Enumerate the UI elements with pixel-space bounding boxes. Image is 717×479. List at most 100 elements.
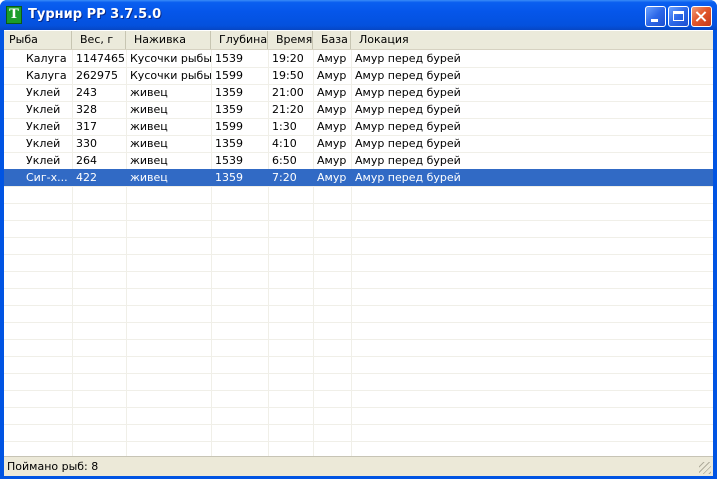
table-cell: Амур перед бурей — [355, 171, 461, 184]
maximize-icon — [673, 11, 684, 21]
empty-row — [4, 288, 713, 306]
table-row[interactable]: Уклей 264 живец 1539 6:50 Амур Амур перед буре… — [4, 152, 713, 170]
table-cell: 1:30 — [272, 120, 297, 133]
table-cell: Амур — [317, 86, 347, 99]
table-cell: Амур перед бурей — [355, 137, 461, 150]
table-cell: живец — [130, 103, 168, 116]
table-cell: 21:00 — [272, 86, 304, 99]
table-row[interactable]: Уклей 243 живец 1359 21:00 Амур Амур перед бур… — [4, 84, 713, 102]
app-icon[interactable]: T — [6, 6, 22, 24]
table-cell: живец — [130, 137, 168, 150]
table-cell: 1359 — [215, 171, 243, 184]
table-cell: Кусочки рыбы — [130, 52, 211, 65]
table-cell: Амур перед бурей — [355, 120, 461, 133]
app-window: T Турнир РР 3.7.5.0 Рыба Вес, г Наживка … — [0, 0, 717, 479]
empty-row — [4, 305, 713, 323]
table-cell: Амур перед бурей — [355, 69, 461, 82]
table-cell: 1599 — [215, 69, 243, 82]
table-cell: Уклей — [26, 86, 61, 99]
close-icon — [692, 7, 711, 26]
table-cell: 7:20 — [272, 171, 297, 184]
table-cell: Амур — [317, 120, 347, 133]
table-cell: Амур — [317, 103, 347, 116]
column-header-weight[interactable]: Вес, г — [72, 31, 126, 49]
table-row[interactable]: Уклей 317 живец 1599 1:30 Амур Амур перед буре… — [4, 118, 713, 136]
table-cell: Уклей — [26, 103, 61, 116]
table-cell: 243 — [76, 86, 97, 99]
empty-row — [4, 322, 713, 340]
empty-row — [4, 220, 713, 238]
empty-row — [4, 356, 713, 374]
window-title: Турнир РР 3.7.5.0 — [28, 7, 162, 22]
table-cell: 422 — [76, 171, 97, 184]
table-row[interactable]: Уклей 328 живец 1359 21:20 Амур Амур перед бур… — [4, 101, 713, 119]
client-area: Рыба Вес, г Наживка Глубина Время База Л… — [4, 30, 713, 476]
column-header-depth[interactable]: Глубина — [211, 31, 268, 49]
table-cell: Амур перед бурей — [355, 86, 461, 99]
table-cell: Уклей — [26, 154, 61, 167]
title-bar[interactable]: T Турнир РР 3.7.5.0 — [0, 0, 717, 30]
maximize-button[interactable] — [668, 6, 689, 27]
empty-row — [4, 237, 713, 255]
table-cell: 4:10 — [272, 137, 297, 150]
empty-row — [4, 407, 713, 425]
table-cell: живец — [130, 154, 168, 167]
list-header: Рыба Вес, г Наживка Глубина Время База Л… — [4, 31, 713, 50]
table-cell: 21:20 — [272, 103, 304, 116]
empty-row — [4, 390, 713, 408]
table-cell: Амур — [317, 171, 347, 184]
table-cell: 1359 — [215, 103, 243, 116]
table-cell: 19:20 — [272, 52, 304, 65]
table-cell: Амур перед бурей — [355, 154, 461, 167]
empty-row — [4, 339, 713, 357]
table-cell: Амур — [317, 69, 347, 82]
table-cell: Амур перед бурей — [355, 103, 461, 116]
table-row[interactable]: Уклей 330 живец 1359 4:10 Амур Амур перед буре… — [4, 135, 713, 153]
column-header-location[interactable]: Локация — [351, 31, 713, 49]
column-header-base[interactable]: База — [313, 31, 351, 49]
empty-row — [4, 203, 713, 221]
table-cell: живец — [130, 120, 168, 133]
empty-row — [4, 441, 713, 456]
empty-row — [4, 373, 713, 391]
table-cell: Кусочки рыбы — [130, 69, 211, 82]
close-button[interactable] — [691, 6, 712, 27]
table-cell: 328 — [76, 103, 97, 116]
status-bar: Поймано рыб: 8 — [4, 456, 713, 476]
minimize-icon — [651, 19, 658, 22]
table-cell: 330 — [76, 137, 97, 150]
table-cell: 317 — [76, 120, 97, 133]
table-cell: живец — [130, 171, 168, 184]
empty-row — [4, 424, 713, 442]
empty-row — [4, 186, 713, 204]
table-cell: Калуга — [26, 69, 67, 82]
table-cell: Амур — [317, 52, 347, 65]
empty-row — [4, 254, 713, 272]
table-cell: 264 — [76, 154, 97, 167]
minimize-button[interactable] — [645, 6, 666, 27]
resize-grip-icon[interactable] — [699, 462, 711, 474]
table-cell: 1599 — [215, 120, 243, 133]
table-cell: Уклей — [26, 120, 61, 133]
table-cell: Амур — [317, 154, 347, 167]
table-cell: Сиг-х... — [26, 171, 68, 184]
table-cell: Уклей — [26, 137, 61, 150]
table-cell: 1539 — [215, 154, 243, 167]
table-cell: живец — [130, 86, 168, 99]
table-row[interactable]: Калуга 1147465 Кусочки рыбы 1539 19:20 Амур Ам… — [4, 50, 713, 68]
table-cell: 1539 — [215, 52, 243, 65]
table-row[interactable]: Калуга 262975 Кусочки рыбы 1599 19:50 Амур Аму… — [4, 67, 713, 85]
column-header-time[interactable]: Время — [268, 31, 313, 49]
table-cell: 1147465 — [76, 52, 125, 65]
table-row[interactable]: Сиг-х... 422 живец 1359 7:20 Амур Амур перед б… — [4, 169, 713, 187]
table-cell: 1359 — [215, 86, 243, 99]
table-cell: Амур перед бурей — [355, 52, 461, 65]
catch-list[interactable]: Рыба Вес, г Наживка Глубина Время База Л… — [4, 30, 713, 456]
column-header-bait[interactable]: Наживка — [126, 31, 211, 49]
table-cell: Калуга — [26, 52, 67, 65]
table-cell: 19:50 — [272, 69, 304, 82]
status-caught-count: Поймано рыб: 8 — [7, 460, 99, 473]
table-cell: 1359 — [215, 137, 243, 150]
table-cell: 6:50 — [272, 154, 297, 167]
column-header-fish[interactable]: Рыба — [4, 31, 72, 49]
